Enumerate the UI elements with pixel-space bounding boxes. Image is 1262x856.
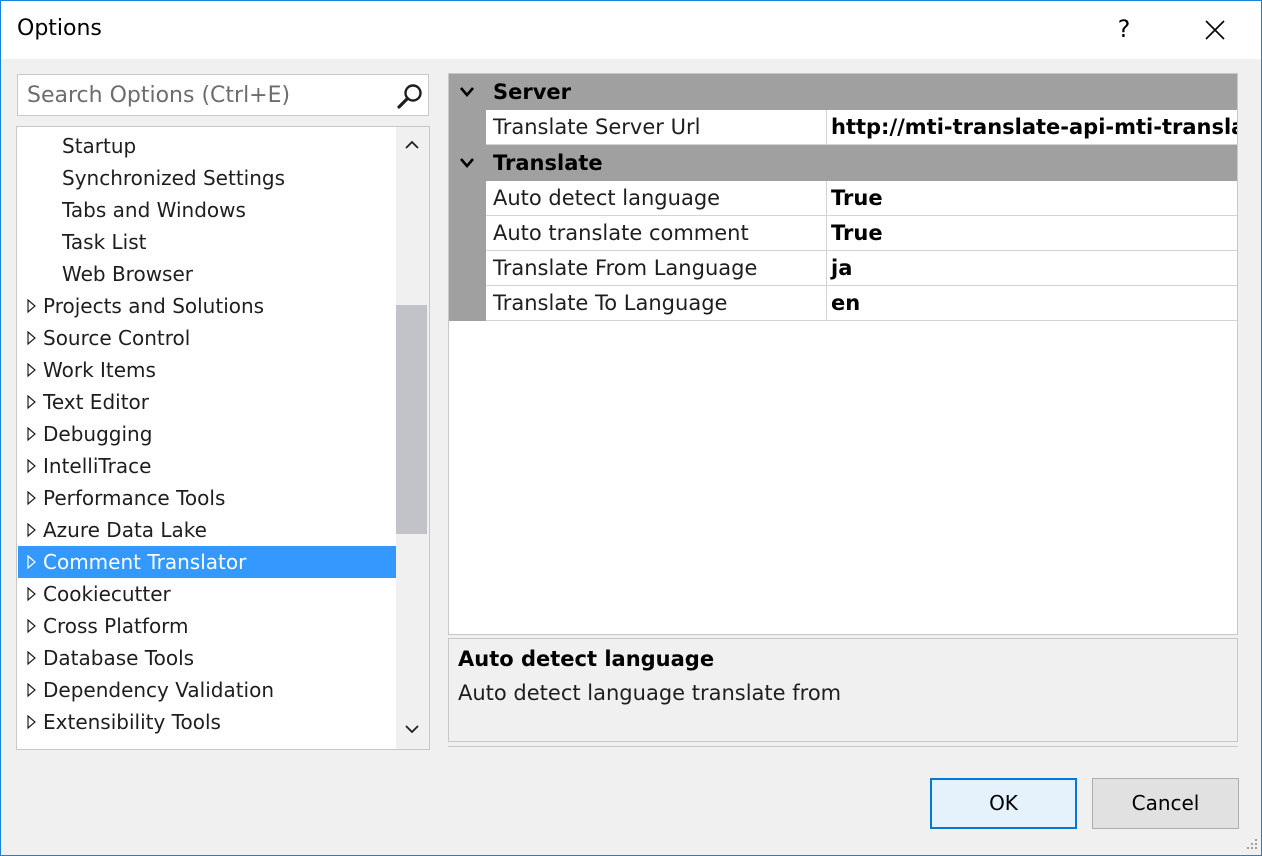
expand-arrow-icon[interactable] <box>27 683 37 697</box>
tree-item-extensibility-tools[interactable]: Extensibility Tools <box>18 706 396 738</box>
category-translate[interactable]: Translate <box>449 145 1237 181</box>
description-panel: Auto detect language Auto detect languag… <box>448 638 1238 742</box>
property-value[interactable]: True <box>827 216 1237 251</box>
property-row[interactable]: Auto detect language True <box>449 181 1237 216</box>
expand-arrow-icon[interactable] <box>27 587 37 601</box>
tree-item-text-editor[interactable]: Text Editor <box>18 386 396 418</box>
tree-item-dependency-validation[interactable]: Dependency Validation <box>18 674 396 706</box>
property-row[interactable]: Auto translate comment True <box>449 216 1237 251</box>
tree-item-comment-translator[interactable]: Comment Translator <box>18 546 396 578</box>
close-icon <box>1205 20 1225 40</box>
expand-arrow-icon[interactable] <box>27 523 37 537</box>
tree-item-work-items[interactable]: Work Items <box>18 354 396 386</box>
property-margin <box>449 110 486 145</box>
chevron-down-icon[interactable] <box>459 86 475 98</box>
category-label: Server <box>493 80 572 104</box>
dialog-title: Options <box>17 16 102 41</box>
ok-button[interactable]: OK <box>930 778 1077 829</box>
tree-item-database-tools[interactable]: Database Tools <box>18 642 396 674</box>
chevron-down-icon[interactable] <box>459 157 475 169</box>
expand-arrow-icon[interactable] <box>27 363 37 377</box>
tree-item-cookiecutter[interactable]: Cookiecutter <box>18 578 396 610</box>
property-value[interactable]: en <box>827 286 1237 321</box>
tree-item-task-list[interactable]: Task List <box>18 226 396 258</box>
expand-arrow-icon[interactable] <box>27 395 37 409</box>
property-row[interactable]: Translate To Language en <box>449 286 1237 321</box>
property-row[interactable]: Translate Server Url http://mti-translat… <box>449 110 1237 145</box>
property-grid[interactable]: Server Translate Server Url http://mti-t… <box>448 73 1238 635</box>
property-margin <box>449 286 486 321</box>
options-tree[interactable]: Startup Synchronized Settings Tabs and W… <box>16 126 430 750</box>
expand-arrow-icon[interactable] <box>27 555 37 569</box>
tree-item-debugging[interactable]: Debugging <box>18 418 396 450</box>
description-text: Auto detect language translate from <box>458 681 842 705</box>
property-name[interactable]: Auto translate comment <box>486 216 827 251</box>
expand-arrow-icon[interactable] <box>27 619 37 633</box>
title-bar: Options ? <box>1 1 1261 59</box>
property-value[interactable]: http://mti-translate-api-mti-translat <box>827 110 1237 145</box>
category-label: Translate <box>493 151 603 175</box>
expand-arrow-icon[interactable] <box>27 651 37 665</box>
expand-arrow-icon[interactable] <box>27 459 37 473</box>
tree-item-azure-data-lake[interactable]: Azure Data Lake <box>18 514 396 546</box>
property-name[interactable]: Auto detect language <box>486 181 827 216</box>
category-server[interactable]: Server <box>449 74 1237 110</box>
property-name[interactable]: Translate From Language <box>486 251 827 286</box>
expand-arrow-icon[interactable] <box>27 715 37 729</box>
property-name[interactable]: Translate Server Url <box>486 110 827 145</box>
property-value[interactable]: True <box>827 181 1237 216</box>
cancel-button[interactable]: Cancel <box>1092 778 1239 829</box>
scroll-thumb[interactable] <box>396 305 427 534</box>
tree-item-synchronized-settings[interactable]: Synchronized Settings <box>18 162 396 194</box>
search-icon[interactable] <box>396 82 424 110</box>
expand-arrow-icon[interactable] <box>27 491 37 505</box>
help-button[interactable]: ? <box>1101 7 1147 53</box>
search-box[interactable]: Search Options (Ctrl+E) <box>17 74 429 116</box>
tree-item-source-control[interactable]: Source Control <box>18 322 396 354</box>
divider <box>448 746 1238 747</box>
tree-scrollbar[interactable] <box>396 127 429 749</box>
tree-item-performance-tools[interactable]: Performance Tools <box>18 482 396 514</box>
tree-item-projects-and-solutions[interactable]: Projects and Solutions <box>18 290 396 322</box>
chevron-down-icon[interactable] <box>404 722 420 736</box>
tree-item-cross-platform[interactable]: Cross Platform <box>18 610 396 642</box>
description-title: Auto detect language <box>458 647 715 671</box>
tree-item-web-browser[interactable]: Web Browser <box>18 258 396 290</box>
property-margin <box>449 216 486 251</box>
resize-grip-icon[interactable] <box>1241 833 1259 851</box>
tree-item-startup[interactable]: Startup <box>18 130 396 162</box>
property-row[interactable]: Translate From Language ja <box>449 251 1237 286</box>
property-value[interactable]: ja <box>827 251 1237 286</box>
search-input[interactable]: Search Options (Ctrl+E) <box>27 83 290 108</box>
chevron-up-icon[interactable] <box>404 138 420 152</box>
expand-arrow-icon[interactable] <box>27 427 37 441</box>
tree-item-intellitrace[interactable]: IntelliTrace <box>18 450 396 482</box>
close-button[interactable] <box>1191 7 1239 53</box>
tree-item-tabs-and-windows[interactable]: Tabs and Windows <box>18 194 396 226</box>
options-dialog: Options ? Search Options (Ctrl+E) Startu… <box>0 0 1262 856</box>
expand-arrow-icon[interactable] <box>27 331 37 345</box>
expand-arrow-icon[interactable] <box>27 299 37 313</box>
property-margin <box>449 181 486 216</box>
property-name[interactable]: Translate To Language <box>486 286 827 321</box>
property-margin <box>449 251 486 286</box>
